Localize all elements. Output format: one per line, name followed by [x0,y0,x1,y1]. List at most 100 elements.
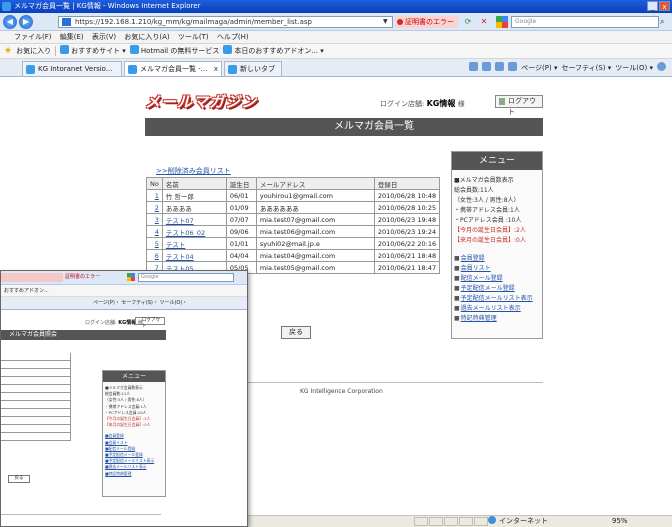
mini-favorites-bar: おすすめアドオン... [1,285,247,297]
page-title: メルマガ会員一覧 [145,118,543,136]
back-arrow-icon[interactable]: ◀ [3,15,17,29]
fav-link-hotmail[interactable]: Hotmail の無料サービス [129,44,219,59]
row-email: mia.test04@gmail.com [255,249,375,262]
row-name[interactable]: ああああ [161,201,227,214]
page-menu[interactable]: ページ(P) ▾ [521,62,557,74]
row-birthday: 01/01 [225,237,257,250]
close-button[interactable]: x [659,1,670,11]
stat-line: （女性:3人 / 男性:8人） [454,197,520,204]
side-menu-link[interactable]: 会員登録 [454,254,540,264]
tab-intranet[interactable]: KG Intoranet Versio... [22,61,122,76]
side-menu-link[interactable]: 特記特典管理 [454,314,540,324]
minimize-button[interactable]: _ [647,1,658,11]
mini-detail-form [1,353,71,441]
side-menu: メニュー ■メルマガ会員数表示 総会員数:11人 （女性:3人 / 男性:8人） ・携… [451,151,543,339]
side-menu-header: メニュー [452,152,542,170]
member-stats: ■メルマガ会員数表示 総会員数:11人 （女性:3人 / 男性:8人） ・携帯アドレス… [452,170,542,246]
close-tab-icon[interactable]: x [214,62,218,77]
safety-menu[interactable]: セーフティ(S) ▾ [561,62,611,74]
page-icon [62,18,71,26]
mini-cert-error: 証明書のエラー [65,274,101,280]
mini-logout-button: ログアウト [135,317,165,329]
row-email: mia.test07@gmail.com [255,213,375,226]
mini-footer-divider [1,514,161,515]
table-row: 2 ああああ 01/09 ああああああ 2010/06/28 10:25 [146,201,441,214]
row-no[interactable]: 3 [146,213,163,226]
tab-label: メルマガ会員一覧 -... [140,65,208,73]
command-bar: ページ(P) ▾ セーフティ(S) ▾ ツール(O) ▾ [469,62,666,74]
table-header-row: No 名前 誕生日 メールアドレス 登録日 [146,177,441,190]
side-menu-link[interactable]: 予定配信メールリスト表示 [454,294,540,304]
row-no[interactable]: 2 [146,201,163,214]
member-name-link[interactable]: テスト [166,241,186,249]
google-icon [496,16,508,28]
window-title: メルマガ会員一覧 | KG情報 - Windows Internet Explo… [14,2,201,10]
row-birthday: 06/01 [225,189,257,202]
menu-bar: ファイル(F) 編集(E) 表示(V) お気に入り(A) ツール(T) ヘルプ(… [0,31,672,44]
title-bar: メルマガ会員一覧 | KG情報 - Windows Internet Explo… [0,0,672,13]
fav-link-suggested[interactable]: おすすめサイト ▾ [60,44,126,59]
mini-links: ■会員登録 ■会員リスト ■配信メール登録 ■予定配信メール登録 ■予定配信メールリスト… [103,428,165,476]
row-name[interactable]: テスト04 [161,249,227,262]
row-no[interactable]: 6 [146,249,163,262]
feeds-icon[interactable] [482,62,492,71]
menu-edit[interactable]: 編集(E) [60,33,84,41]
logout-button[interactable]: ログアウト [495,95,543,116]
favorites-button[interactable]: お気に入り [16,44,51,59]
mail-icon[interactable] [495,62,505,71]
row-birthday: 01/09 [225,201,257,214]
fav-link-addons[interactable]: 本日のおすすめアドオン... ▾ [223,44,324,59]
back-button[interactable]: 戻る [281,326,311,339]
row-date: 2010/06/22 20:16 [373,237,441,250]
side-menu-link[interactable]: 会員リスト [454,264,540,274]
tools-menu[interactable]: ツール(O) ▾ [615,62,653,74]
deleted-members-link[interactable]: >>削除済み会員リスト [156,166,231,176]
side-menu-link[interactable]: 予定配信メール登録 [454,284,540,294]
certificate-error-button[interactable]: 証明書のエラー [395,16,458,28]
row-name[interactable]: テスト [161,237,227,250]
row-birthday: 04/04 [225,249,257,262]
menu-view[interactable]: 表示(V) [92,33,116,41]
mini-search-input: Google [138,273,234,282]
help-icon[interactable] [657,62,666,71]
home-icon[interactable] [469,62,479,71]
login-store: KG情報 [426,99,456,108]
print-icon[interactable] [508,62,518,71]
menu-file[interactable]: ファイル(F) [14,33,52,41]
login-info: ログイン店舗: KG情報 様 [380,98,465,109]
ie-icon [223,44,233,54]
menu-help[interactable]: ヘルプ(H) [217,33,249,41]
row-no[interactable]: 4 [146,225,163,238]
side-links: 会員登録会員リスト配信メール登録予定配信メール登録予定配信メールリスト表示過去メ… [452,246,542,324]
row-name[interactable]: 竹 哲一郎 [161,189,227,202]
member-name-link[interactable]: テスト06_02 [166,229,205,237]
row-birthday: 07/07 [225,213,257,226]
side-menu-link[interactable]: 過去メールリスト表示 [454,304,540,314]
row-no[interactable]: 1 [146,189,163,202]
stop-icon[interactable]: ✕ [478,16,490,28]
menu-tools[interactable]: ツール(T) [178,33,209,41]
side-menu-link[interactable]: 配信メール登録 [454,274,540,284]
chevron-down-icon[interactable]: ▼ [383,18,391,26]
zoom-level[interactable]: 95% [612,516,628,527]
row-date: 2010/06/23 19:48 [373,213,441,226]
col-birthday: 誕生日 [225,177,257,190]
tab-new[interactable]: 新しいタブ [224,61,282,76]
refresh-icon[interactable]: ⟳ [462,16,474,28]
member-name-link[interactable]: テスト04 [166,253,194,261]
member-name-link[interactable]: テスト07 [166,217,194,225]
menu-favorites[interactable]: お気に入り(A) [124,33,169,41]
row-no[interactable]: 5 [146,237,163,250]
tab-member-list[interactable]: メルマガ会員一覧 -... x [124,61,222,76]
search-input[interactable]: Google [511,16,659,28]
row-name[interactable]: テスト07 [161,213,227,226]
favorites-bar: ★ お気に入り おすすめサイト ▾ Hotmail の無料サービス 本日のおすす… [0,44,672,59]
url-field[interactable]: https://192.168.1.210/kg_mm/kg/mailmaga/… [58,16,393,28]
row-name[interactable]: テスト06_02 [161,225,227,238]
mini-url-field [1,273,63,282]
star-icon[interactable]: ★ [4,44,12,59]
ie-icon [60,44,70,54]
search-icon[interactable]: ⌕ [660,16,670,28]
forward-arrow-icon[interactable]: ▶ [19,15,33,29]
col-no: No [146,177,163,190]
